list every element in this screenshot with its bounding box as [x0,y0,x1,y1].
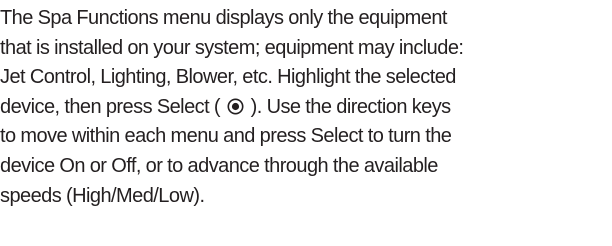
select-button-icon [227,98,244,115]
spa-functions-paragraph: The Spa Functions menu displays only the… [0,4,612,211]
paragraph-line-6: device On or Off, or to advance through … [0,154,438,177]
paragraph-line-3: Jet Control, Lighting, Blower, etc. High… [0,66,456,89]
paragraph-line-1: The Spa Functions menu displays only the… [0,7,447,29]
page: The Spa Functions menu displays only the… [0,0,612,246]
paragraph-line-5: to move within each menu and press Selec… [0,125,452,148]
paragraph-line-2: that is installed on your system; equipm… [0,36,464,59]
paragraph-line-4-start: device, then press Select ( [0,95,225,118]
paragraph-line-4: device, then press Select ( ). Use the d… [0,93,612,123]
paragraph-line-4-end: ). Use the direction keys [245,95,452,118]
paragraph-line-7: speeds (High/Med/Low). [0,184,205,207]
